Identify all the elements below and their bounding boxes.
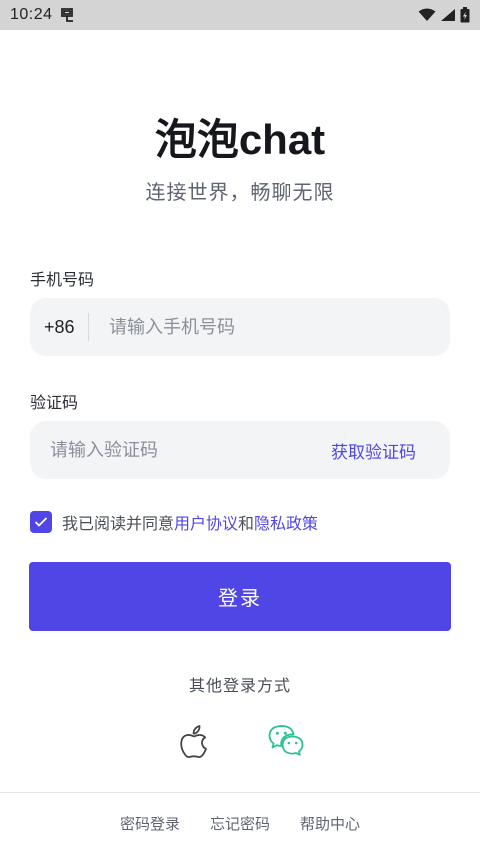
code-input[interactable] bbox=[30, 439, 331, 461]
social-login-row bbox=[0, 724, 480, 760]
apple-icon[interactable] bbox=[178, 724, 210, 760]
code-label: 验证码 bbox=[30, 393, 79, 412]
code-input-box: 获取验证码 bbox=[30, 421, 450, 479]
country-code-divider bbox=[88, 313, 89, 341]
status-bar: 10:24 bbox=[0, 0, 480, 30]
app-title: 泡泡chat bbox=[154, 116, 326, 163]
phone-input[interactable] bbox=[109, 316, 450, 338]
phone-label: 手机号码 bbox=[30, 270, 95, 289]
agreement-prefix: 我已阅读并同意 bbox=[62, 514, 175, 533]
phone-input-box: +86 bbox=[30, 298, 450, 356]
help-center-link[interactable]: 帮助中心 bbox=[300, 813, 360, 834]
footer-divider bbox=[0, 792, 480, 793]
agreement-row: 我已阅读并同意 用户协议 和 隐私政策 bbox=[30, 510, 318, 534]
signal-icon bbox=[441, 9, 455, 21]
footer-links: 密码登录 忘记密码 帮助中心 bbox=[0, 813, 480, 834]
privacy-link[interactable]: 隐私政策 bbox=[254, 510, 318, 534]
password-login-link[interactable]: 密码登录 bbox=[120, 813, 180, 834]
check-icon bbox=[34, 517, 48, 527]
agreement-checkbox[interactable] bbox=[30, 511, 52, 533]
get-code-button[interactable]: 获取验证码 bbox=[331, 438, 416, 463]
terms-link[interactable]: 用户协议 bbox=[174, 510, 238, 534]
wechat-icon[interactable] bbox=[268, 724, 304, 758]
login-screen: 10:24 泡泡chat 连接世界，畅聊无限 手机号码 +86 验证码 bbox=[0, 0, 480, 853]
status-time: 10:24 bbox=[10, 6, 53, 23]
status-icons bbox=[418, 7, 470, 23]
bug-icon bbox=[60, 8, 73, 22]
battery-icon bbox=[460, 7, 470, 23]
country-code-selector[interactable]: +86 bbox=[30, 317, 88, 338]
login-button[interactable]: 登录 bbox=[29, 562, 451, 631]
forgot-password-link[interactable]: 忘记密码 bbox=[210, 813, 270, 834]
other-login-label: 其他登录方式 bbox=[188, 676, 291, 695]
agreement-and: 和 bbox=[238, 514, 255, 533]
app-subtitle: 连接世界，畅聊无限 bbox=[145, 180, 335, 204]
wifi-icon bbox=[418, 8, 436, 21]
